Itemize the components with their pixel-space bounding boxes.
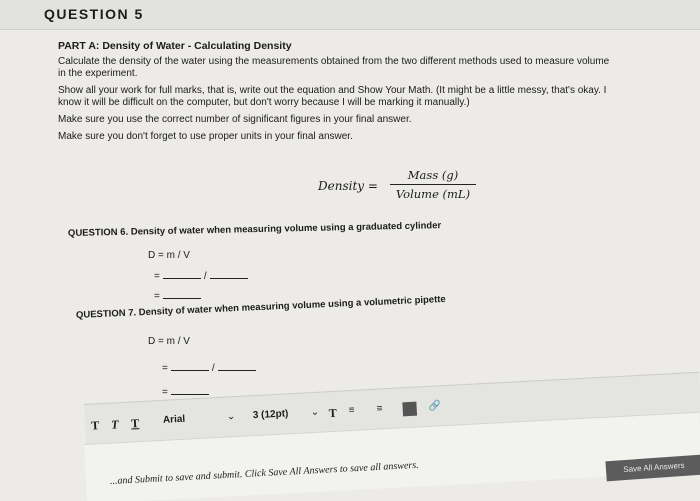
page: QUESTION 5 PART A: Density of Water - Ca… bbox=[0, 0, 700, 501]
font-family-select[interactable]: Arial bbox=[163, 414, 186, 426]
question6-title: QUESTION 6. Density of water when measur… bbox=[67, 220, 442, 239]
question-content: PART A: Density of Water - Calculating D… bbox=[58, 40, 688, 143]
q7-substitution: = / bbox=[162, 362, 259, 374]
formula-lhs: Density = bbox=[318, 179, 378, 193]
instruction-line: Make sure you use the correct number of … bbox=[58, 114, 412, 125]
instruction-line: know it will be difficult on the compute… bbox=[58, 97, 470, 108]
formula-fraction: Mass (g) Volume (mL) bbox=[390, 168, 476, 201]
q6-result: = bbox=[154, 290, 204, 302]
blank bbox=[209, 270, 248, 279]
bold-button[interactable]: T bbox=[91, 418, 100, 433]
image-icon[interactable] bbox=[402, 401, 418, 417]
underline-button[interactable]: T bbox=[131, 416, 140, 431]
density-formula: Density = Mass (g) Volume (mL) bbox=[318, 168, 518, 208]
question-label: QUESTION 5 bbox=[44, 6, 144, 22]
instruction-line: Calculate the density of the water using… bbox=[58, 56, 610, 67]
q7-equation: D = m / V bbox=[148, 336, 190, 347]
instruction-line: Show all your work for full marks, that … bbox=[58, 85, 607, 96]
q6-equation: D = m / V bbox=[148, 250, 190, 261]
blank bbox=[162, 290, 201, 299]
instruction-line: in the experiment. bbox=[58, 68, 138, 79]
instruction-line: Make sure you don't forget to use proper… bbox=[58, 131, 353, 142]
link-icon[interactable]: 🔗 bbox=[428, 400, 441, 412]
question7-title: QUESTION 7. Density of water when measur… bbox=[75, 293, 446, 321]
blank bbox=[162, 270, 201, 279]
blank bbox=[170, 362, 209, 371]
text-color-button[interactable]: T bbox=[328, 406, 337, 421]
formula-numerator: Mass (g) bbox=[407, 168, 459, 182]
chevron-down-icon[interactable]: ⌄ bbox=[310, 407, 319, 418]
formula-denominator: Volume (mL) bbox=[395, 187, 471, 201]
blank bbox=[170, 386, 209, 395]
question-header: QUESTION 5 bbox=[0, 0, 700, 30]
part-title: PART A: Density of Water - Calculating D… bbox=[58, 40, 292, 52]
numbered-list-icon[interactable]: ≡ bbox=[348, 405, 354, 416]
q7-result: = bbox=[162, 386, 212, 398]
font-size-select[interactable]: 3 (12pt) bbox=[253, 408, 289, 421]
bullet-list-icon[interactable]: ≡ bbox=[376, 403, 382, 414]
q6-substitution: = / bbox=[154, 270, 251, 282]
blank bbox=[217, 362, 256, 371]
chevron-down-icon[interactable]: ⌄ bbox=[227, 411, 236, 422]
italic-button[interactable]: T bbox=[111, 417, 119, 432]
